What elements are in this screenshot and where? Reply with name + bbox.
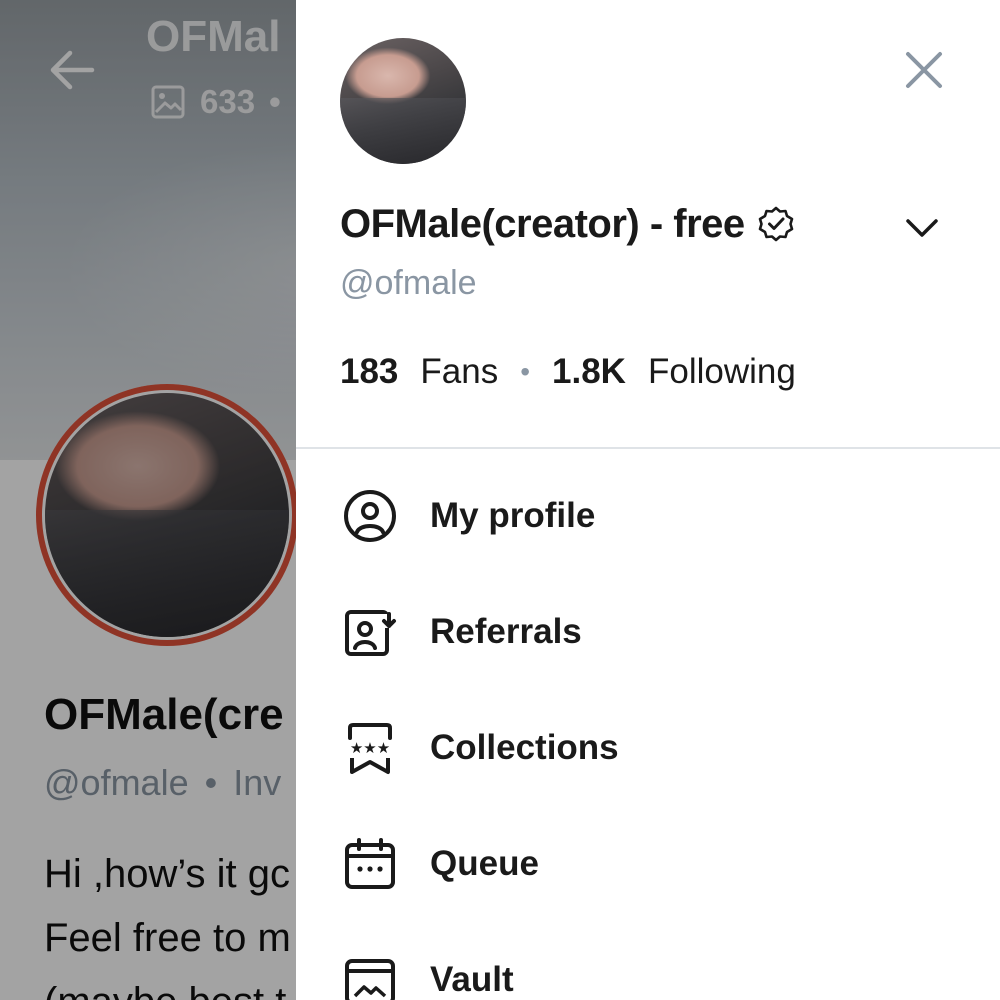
menu-item-referrals[interactable]: Referrals	[296, 574, 1000, 690]
drawer-handle: @ofmale	[340, 264, 477, 302]
menu-item-my-profile[interactable]: My profile	[296, 458, 1000, 574]
following-label[interactable]: Following	[648, 352, 796, 392]
drawer-name-row[interactable]: OFMale(creator) - free	[340, 196, 795, 252]
verified-badge-icon	[758, 206, 793, 242]
menu-label: Collections	[430, 728, 619, 767]
calendar-icon	[345, 838, 395, 889]
user-circle-icon	[344, 490, 396, 542]
fans-count: 183	[340, 352, 399, 391]
vault-icon	[345, 959, 395, 1000]
chevron-down-icon[interactable]	[902, 208, 942, 248]
divider	[296, 447, 1000, 449]
referral-icon	[345, 610, 396, 656]
fans-label[interactable]: Fans	[420, 352, 498, 392]
side-drawer: OFMale(creator) - free @ofmale 183 Fans …	[296, 0, 1000, 1000]
drawer-avatar[interactable]	[340, 38, 466, 164]
close-icon[interactable]	[900, 46, 948, 94]
menu-label: Referrals	[430, 612, 582, 651]
menu-item-queue[interactable]: Queue	[296, 806, 1000, 922]
menu-label: Queue	[430, 844, 539, 883]
drawer-display-name: OFMale(creator) - free	[340, 201, 745, 246]
menu-item-vault[interactable]: Vault	[296, 922, 1000, 1000]
menu-label: My profile	[430, 496, 596, 535]
drawer-menu: My profile Referrals ★★★ Collections Que…	[296, 458, 1000, 1000]
svg-text:★★★: ★★★	[350, 739, 390, 757]
menu-label: Vault	[430, 960, 514, 999]
drawer-stats: 183 Fans • 1.8K Following	[340, 352, 796, 392]
menu-item-collections[interactable]: ★★★ Collections	[296, 690, 1000, 806]
collections-icon: ★★★	[348, 723, 392, 774]
following-count: 1.8K	[552, 352, 626, 391]
